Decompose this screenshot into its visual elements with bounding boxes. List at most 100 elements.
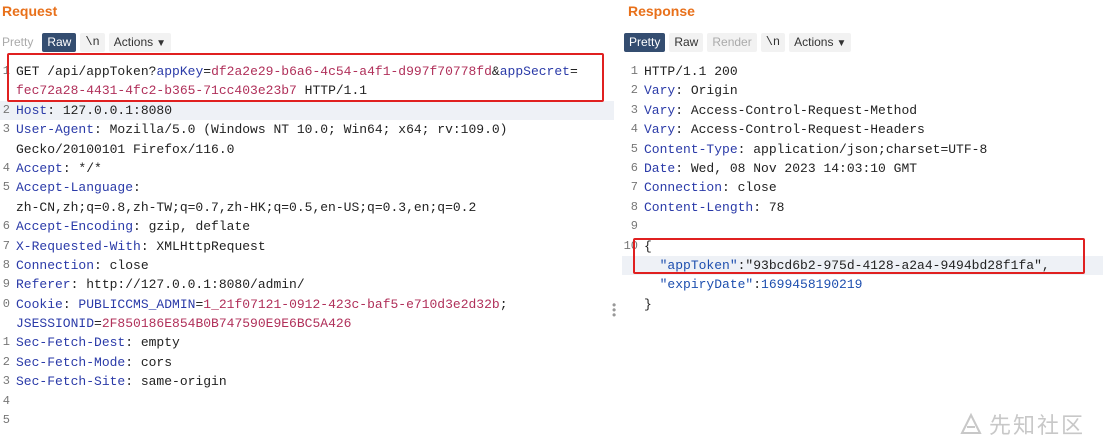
code-line: 2 Vary: Origin	[622, 81, 1103, 100]
code-text: =	[94, 316, 102, 332]
response-raw-tab[interactable]: Raw	[669, 33, 704, 52]
code-text: ;	[499, 296, 508, 312]
code-line: 6 Date: Wed, 08 Nov 2023 14:03:10 GMT	[622, 159, 1103, 178]
code-text: : close	[722, 180, 777, 196]
line-number: 8	[630, 199, 638, 214]
line-number: 6	[630, 160, 638, 175]
header-key: Vary	[644, 102, 676, 118]
line-content: Date: Wed, 08 Nov 2023 14:03:10 GMT	[644, 159, 917, 178]
line-number: 5	[630, 141, 638, 156]
request-pane: Request Pretty Raw \n Actions ▼ 1 GET /api…	[0, 0, 614, 448]
header-key: Accept-Encoding	[16, 219, 134, 235]
code-line: 7 Connection: close	[622, 178, 1103, 197]
response-actions-menu[interactable]: Actions ▼	[789, 33, 852, 52]
request-pretty-tab[interactable]: Pretty	[0, 33, 38, 52]
code-text: : */*	[62, 160, 102, 176]
header-key: PUBLICCMS_ADMIN	[78, 296, 196, 312]
code-text: : same-origin	[125, 374, 227, 390]
code-line: Gecko/20100101 Firefox/116.0	[0, 140, 614, 159]
line-content: Connection: close	[16, 256, 149, 275]
line-number: 5	[2, 413, 10, 428]
line-number: 9	[630, 219, 638, 234]
param-value: 1_21f07121-0912-423c-baf5-e710d3e2d32b	[203, 296, 500, 312]
code-line: 9 Referer: http://127.0.0.1:8080/admin/	[0, 275, 614, 294]
request-editor[interactable]: 1 GET /api/appToken?appKey=df2a2e29-b6a6-…	[0, 62, 614, 430]
response-render-tab[interactable]: Render	[707, 33, 757, 52]
line-content: Sec-Fetch-Site: same-origin	[16, 372, 227, 391]
watermark-logo-icon	[960, 412, 982, 434]
code-line: 0 Cookie: PUBLICCMS_ADMIN=1_21f07121-0912…	[0, 295, 614, 314]
code-text: HTTP/1.1 200	[644, 64, 738, 79]
code-line: 7 X-Requested-With: XMLHttpRequest	[0, 237, 614, 256]
code-line: 4 Vary: Access-Control-Request-Headers	[622, 120, 1103, 139]
header-key: Host	[16, 102, 48, 118]
code-line: 4 Accept: */*	[0, 159, 614, 178]
code-text: : Access-Control-Request-Headers	[675, 122, 925, 138]
code-text: : gzip, deflate	[133, 219, 251, 235]
chevron-down-icon: ▼	[156, 38, 167, 49]
request-toolbar: Pretty Raw \n Actions ▼	[0, 32, 175, 53]
response-title: Response	[628, 3, 695, 19]
code-text: zh-CN,zh;q=0.8,zh-TW;q=0.7,zh-HK;q=0.5,e…	[16, 199, 477, 215]
header-key: Connection	[16, 257, 95, 273]
pane-divider[interactable]	[614, 0, 622, 448]
line-number: 8	[2, 257, 10, 272]
request-actions-label: Actions	[113, 35, 154, 49]
code-line: 5 Accept-Language:	[0, 178, 614, 197]
code-line: 1 HTTP/1.1 200	[622, 62, 1103, 81]
code-line: 4	[0, 392, 614, 411]
request-actions-menu[interactable]: Actions ▼	[108, 33, 172, 52]
watermark: 先知社区	[959, 408, 1085, 440]
code-text: : Mozilla/5.0 (Windows NT 10.0; Win64; x…	[94, 122, 508, 138]
line-content: Cookie: PUBLICCMS_ADMIN=1_21f07121-0912-…	[16, 295, 508, 314]
request-title: Request	[2, 3, 58, 19]
line-content: Vary: Access-Control-Request-Headers	[644, 120, 925, 139]
line-number: 4	[630, 122, 638, 137]
chevron-down-icon: ▼	[836, 38, 847, 49]
code-text: }	[644, 296, 652, 312]
code-text: :	[753, 277, 762, 293]
header-key: JSESSIONID	[16, 316, 95, 332]
code-text: : Access-Control-Request-Method	[675, 102, 918, 118]
request-newline-toggle[interactable]: \n	[80, 33, 105, 52]
code-line: 8 Content-Length: 78	[622, 198, 1103, 217]
header-key: User-Agent	[16, 122, 95, 138]
drag-handle-icon[interactable]: • • •	[612, 299, 616, 321]
line-number: 1	[630, 64, 638, 78]
code-text: : cors	[125, 354, 173, 370]
code-text: :	[62, 296, 79, 312]
code-line: zh-CN,zh;q=0.8,zh-TW;q=0.7,zh-HK;q=0.5,e…	[0, 198, 614, 217]
code-text: Gecko/20100101 Firefox/116.0	[16, 141, 235, 157]
line-number: 3	[2, 122, 10, 137]
header-key: Accept	[16, 160, 63, 176]
line-content: Vary: Origin	[644, 81, 738, 100]
request-raw-tab[interactable]: Raw	[42, 33, 77, 52]
header-key: Content-Length	[644, 199, 754, 215]
code-line: 8 Connection: close	[0, 256, 614, 275]
response-pretty-tab[interactable]: Pretty	[624, 33, 666, 52]
line-content: Sec-Fetch-Mode: cors	[16, 353, 172, 372]
line-number: 3	[630, 102, 638, 117]
line-number: 0	[2, 296, 10, 311]
line-number: 2	[2, 102, 10, 117]
header-key: Vary	[644, 83, 676, 99]
code-line: 3 Vary: Access-Control-Request-Method	[622, 101, 1103, 120]
header-key: Referer	[16, 277, 71, 293]
line-content: Sec-Fetch-Dest: empty	[16, 333, 180, 352]
line-content: Host: 127.0.0.1:8080	[16, 101, 172, 120]
code-text: : Wed, 08 Nov 2023 14:03:10 GMT	[675, 160, 918, 176]
code-text: :	[133, 180, 141, 196]
response-newline-toggle[interactable]: \n	[760, 33, 786, 52]
line-number: 4	[2, 160, 10, 175]
line-number: 2	[630, 83, 638, 98]
response-editor[interactable]: 1 HTTP/1.1 200 2 Vary: Origin 3 Vary: Access-…	[622, 62, 1103, 314]
line-content: Content-Type: application/json;charset=U…	[644, 140, 987, 159]
line-number: 7	[630, 180, 638, 195]
code-line: 3 User-Agent: Mozilla/5.0 (Windows NT 10.…	[0, 120, 614, 139]
code-line: 5	[0, 411, 614, 430]
code-line: 2 Sec-Fetch-Mode: cors	[0, 353, 614, 372]
line-number: 9	[2, 277, 10, 292]
code-text: : 127.0.0.1:8080	[47, 102, 173, 118]
header-key: Sec-Fetch-Dest	[16, 335, 126, 351]
line-content: HTTP/1.1 200	[644, 62, 738, 81]
